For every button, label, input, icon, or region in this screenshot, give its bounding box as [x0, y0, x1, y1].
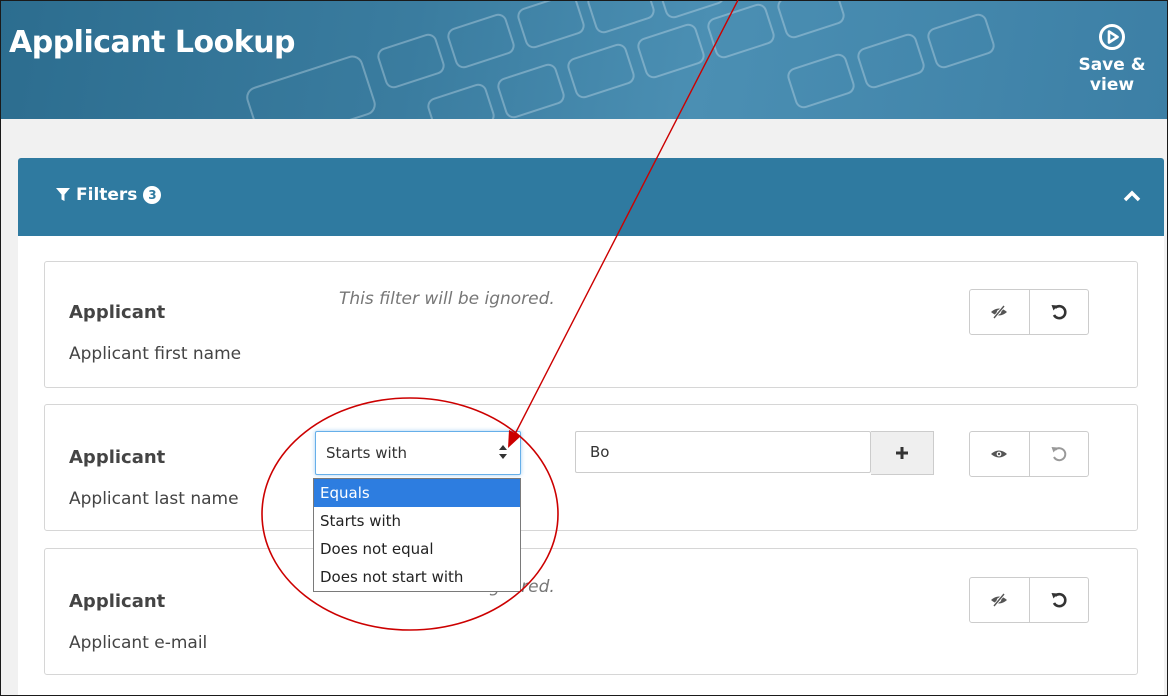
filter-actions [969, 431, 1089, 477]
filter-actions [969, 577, 1089, 623]
operator-dropdown-list: Equals Starts with Does not equal Does n… [313, 478, 521, 592]
funnel-icon [56, 188, 70, 201]
filters-panel-body: Applicant Applicant first name This filt… [18, 236, 1164, 695]
dropdown-option-does-not-equal[interactable]: Does not equal [314, 535, 520, 563]
save-and-view-button[interactable]: Save & view [1057, 23, 1167, 95]
dropdown-option-does-not-start-with[interactable]: Does not start with [314, 563, 520, 591]
reset-filter-button[interactable] [1028, 432, 1089, 476]
reset-filter-button[interactable] [1028, 578, 1089, 622]
toggle-visibility-button[interactable] [970, 432, 1029, 476]
select-arrows-icon [499, 445, 507, 459]
chevron-up-icon[interactable] [1122, 186, 1142, 206]
filter-card-last-name: Applicant Applicant last name Starts wit… [44, 404, 1138, 531]
filter-category: Applicant [69, 302, 166, 323]
filter-value-input[interactable] [575, 431, 871, 473]
eye-slash-icon [991, 305, 1008, 319]
filter-category: Applicant [69, 447, 166, 468]
ignored-message: This filter will be ignored. [339, 289, 555, 309]
filters-count-badge: 3 [143, 186, 162, 204]
filters-panel-header[interactable]: Filters 3 [18, 158, 1164, 236]
app-window: Applicant Lookup Save & view Filters 3 A… [0, 0, 1168, 696]
page-header: Applicant Lookup Save & view [1, 1, 1167, 119]
filter-card-email: Applicant Applicant e-mail This filter w… [44, 548, 1138, 675]
save-and-view-label: Save & view [1078, 55, 1146, 95]
filters-label: Filters [76, 185, 138, 205]
reset-filter-button[interactable] [1028, 290, 1089, 334]
toggle-visibility-button[interactable] [970, 578, 1029, 622]
filter-card-first-name: Applicant Applicant first name This filt… [44, 261, 1138, 388]
eye-slash-icon [991, 593, 1008, 607]
undo-icon [1051, 592, 1067, 608]
dropdown-option-starts-with[interactable]: Starts with [314, 507, 520, 535]
dropdown-option-equals[interactable]: Equals [314, 479, 520, 507]
operator-select-value: Starts with [326, 444, 408, 462]
filter-field-name: Applicant first name [69, 344, 242, 364]
filter-actions [969, 289, 1089, 335]
filter-field-name: Applicant e-mail [69, 633, 208, 653]
operator-select[interactable]: Starts with [315, 431, 521, 475]
undo-icon [1051, 304, 1067, 320]
undo-icon [1051, 447, 1067, 462]
plus-icon [896, 447, 908, 459]
toggle-visibility-button[interactable] [970, 290, 1029, 334]
filter-category: Applicant [69, 591, 166, 612]
page-title: Applicant Lookup [9, 25, 296, 60]
filters-title: Filters 3 [56, 185, 162, 205]
filter-field-name: Applicant last name [69, 489, 239, 509]
play-circle-icon [1099, 24, 1125, 50]
eye-icon [991, 450, 1008, 458]
add-value-button[interactable] [871, 431, 934, 475]
keyboard-background-image [246, 1, 995, 119]
